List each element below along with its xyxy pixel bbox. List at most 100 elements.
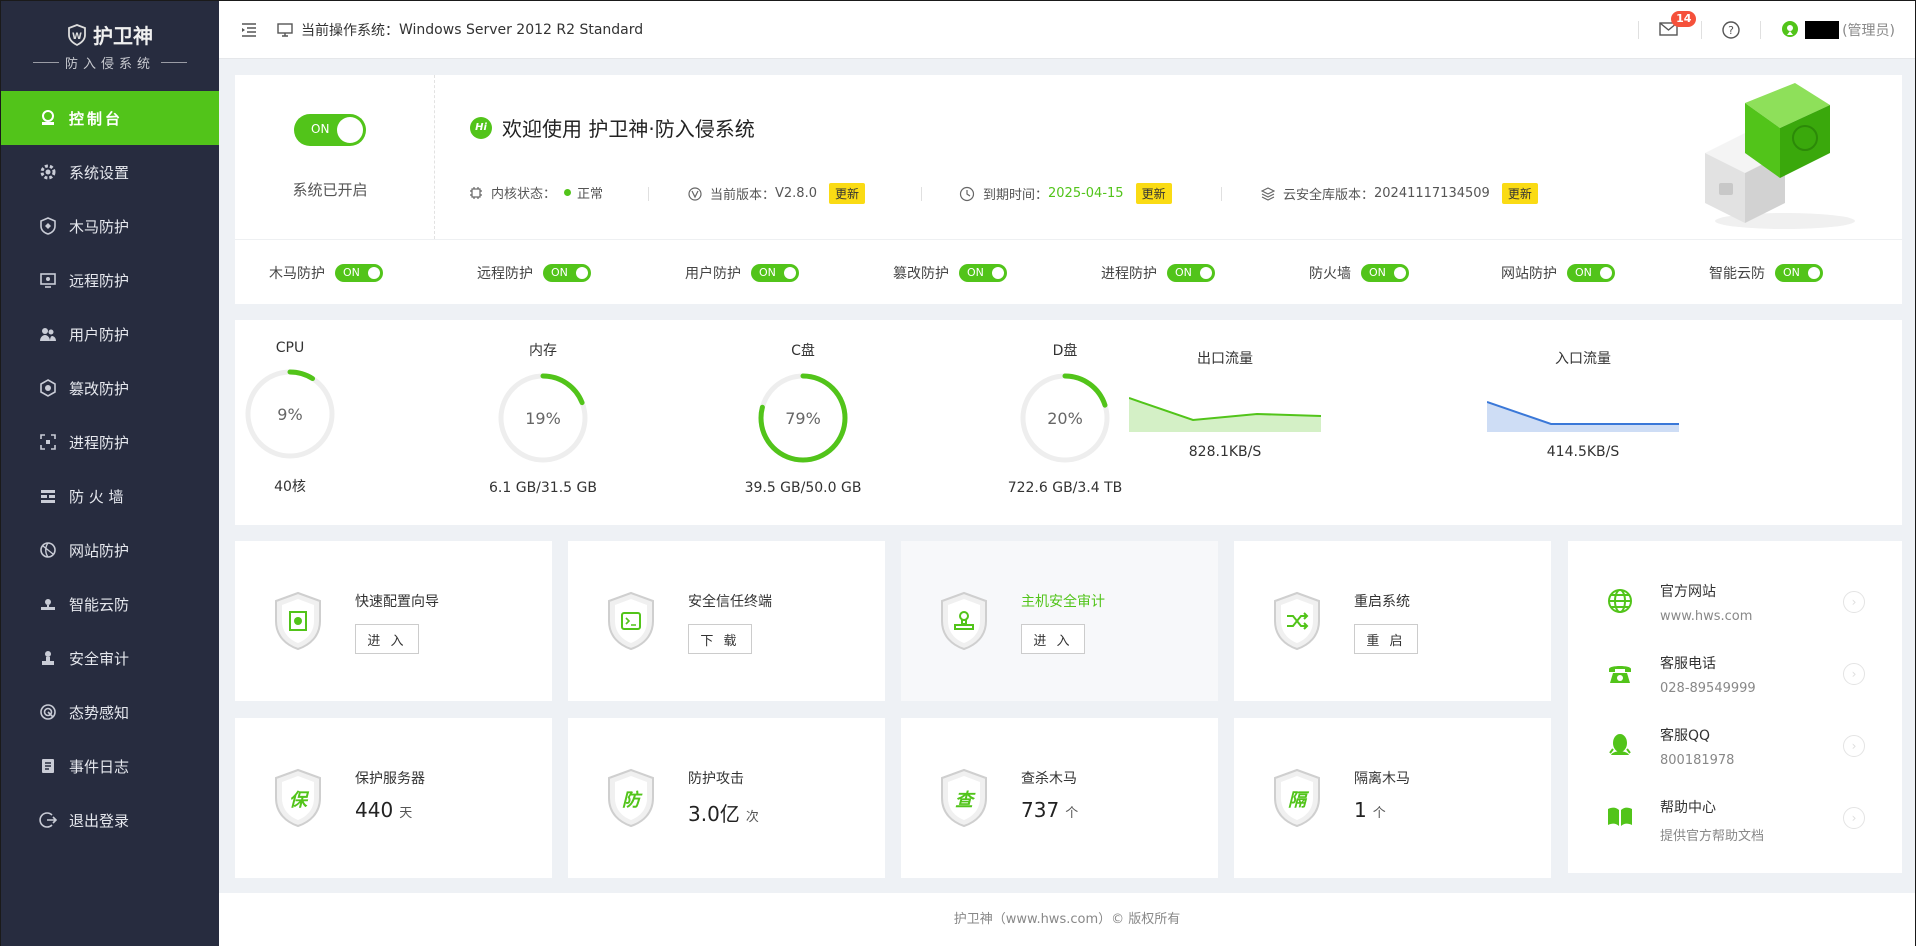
sidebar-item-label: 防 火 墙 (69, 487, 124, 506)
protection-toggle-5: 防火墙 ON (1309, 263, 1409, 283)
mail-button[interactable]: 14 (1659, 10, 1697, 39)
contact-item-2[interactable]: 客服QQ 800181978 › (1606, 725, 1865, 768)
book-icon (1606, 803, 1634, 831)
protection-switch-label: ON (1783, 266, 1800, 279)
sidebar-item-label: 木马防护 (69, 217, 130, 236)
protection-switch-label: ON (967, 266, 984, 279)
action-button[interactable]: 进 入 (1021, 624, 1085, 654)
sidebar-item-label: 态势感知 (69, 703, 130, 722)
sidebar-item-1[interactable]: 系统设置 (1, 145, 219, 199)
action-button[interactable]: 重 启 (1354, 624, 1418, 654)
protection-switch[interactable]: ON (959, 264, 1007, 282)
menu-toggle-icon[interactable] (241, 22, 257, 37)
globe-icon (1606, 587, 1634, 615)
sidebar-item-13[interactable]: 退出登录 (1, 793, 219, 847)
os-value: Windows Server 2012 R2 Standard (399, 21, 644, 38)
master-switch-label: ON (311, 122, 330, 136)
counter-title: 隔离木马 (1354, 771, 1410, 787)
gauge-ring: 19% (498, 373, 588, 463)
firewall-icon (39, 487, 57, 505)
monitor-icon (277, 22, 293, 37)
system-master-switch[interactable]: ON (294, 114, 366, 146)
counter-value-row: 440 天 (355, 798, 412, 822)
protection-label: 木马防护 (269, 266, 325, 282)
sidebar-item-6[interactable]: 进程防护 (1, 415, 219, 469)
sidebar-item-11[interactable]: 态势感知 (1, 685, 219, 739)
sidebar-item-label: 退出登录 (69, 811, 130, 830)
brand-logo: W 护卫神 防入侵系统 (1, 1, 219, 91)
sidebar-item-3[interactable]: 远程防护 (1, 253, 219, 307)
contact-item-1[interactable]: 客服电话 028-89549999 › (1606, 653, 1865, 696)
gauge-0: CPU 9% 40核 (200, 340, 380, 496)
help-icon[interactable]: ? (1722, 20, 1740, 39)
gauge-percent: 20% (1047, 409, 1083, 428)
contact-item-0[interactable]: 官方网站 www.hws.com › (1606, 581, 1865, 624)
protection-label: 防火墙 (1309, 266, 1351, 282)
counter-value: 1 (1354, 798, 1367, 822)
protection-switch[interactable]: ON (543, 264, 591, 282)
counter-tile-1: 防 防护攻击 3.0亿次 (568, 718, 885, 878)
mail-count-badge: 14 (1671, 10, 1697, 27)
protection-switch[interactable]: ON (1775, 264, 1823, 282)
protection-switch[interactable]: ON (1167, 264, 1215, 282)
dashboard-icon (39, 109, 57, 127)
update-license-button[interactable]: 更新 (1135, 183, 1172, 204)
welcome-title: Hi 欢迎使用 护卫神·防入侵系统 (470, 113, 755, 142)
sidebar-item-8[interactable]: 网站防护 (1, 523, 219, 577)
protection-toggle-4: 进程防护 ON (1101, 263, 1215, 283)
protection-toggle-6: 网站防护 ON (1501, 263, 1615, 283)
sidebar-item-9[interactable]: 智能云防 (1, 577, 219, 631)
sidebar-item-10[interactable]: 安全审计 (1, 631, 219, 685)
gauge-ring: 9% (245, 369, 335, 459)
sidebar-item-2[interactable]: 木马防护 (1, 199, 219, 253)
version-value: V2.8.0 (775, 186, 817, 201)
cloud-db-value: 20241117134509 (1374, 186, 1490, 201)
protection-switch-label: ON (343, 266, 360, 279)
counter-value-row: 1个 (1354, 798, 1386, 822)
protection-toggle-3: 篡改防护 ON (893, 263, 1007, 283)
sidebar-item-5[interactable]: 篡改防护 (1, 361, 219, 415)
protection-switch-label: ON (1575, 266, 1592, 279)
sidebar-item-label: 系统设置 (69, 163, 130, 182)
sidebar-item-4[interactable]: 用户防护 (1, 307, 219, 361)
traffic-label: 入口流量 (1555, 351, 1611, 367)
contact-item-3[interactable]: 帮助中心 提供官方帮助文档 › (1606, 797, 1865, 844)
action-title: 快速配置向导 (355, 594, 439, 610)
action-title: 重启系统 (1354, 594, 1410, 610)
sidebar-item-7[interactable]: 防 火 墙 (1, 469, 219, 523)
process-icon (39, 433, 57, 451)
traffic-value: 828.1KB/S (1188, 444, 1262, 460)
protection-label: 智能云防 (1709, 266, 1765, 282)
protection-switch[interactable]: ON (1567, 264, 1615, 282)
traffic-label: 出口流量 (1197, 351, 1253, 367)
protection-switch[interactable]: ON (1361, 264, 1409, 282)
chevron-right-icon[interactable]: › (1843, 663, 1865, 685)
gauge-ring: 79% (758, 373, 848, 463)
svg-text:?: ? (1728, 24, 1734, 37)
contact-detail: www.hws.com (1660, 609, 1753, 624)
user-menu[interactable]: (管理员) (1781, 20, 1895, 40)
sidebar-item-0[interactable]: 控制台 (1, 91, 219, 145)
counter-glyph: 查 (955, 790, 976, 811)
protection-switch[interactable]: ON (335, 264, 383, 282)
chevron-right-icon[interactable]: › (1843, 591, 1865, 613)
action-button[interactable]: 进 入 (355, 624, 419, 654)
sidebar: W 护卫神 防入侵系统 控制台系统设置木马防护远程防护 用户防护 篡改防护进程防护防… (1, 1, 219, 946)
audit-icon (39, 649, 57, 667)
update-cloud-db-button[interactable]: 更新 (1501, 183, 1538, 204)
chevron-right-icon[interactable]: › (1843, 807, 1865, 829)
contact-panel: 官方网站 www.hws.com › 客服电话 028-89549999 › 客服QQ 800… (1568, 541, 1902, 873)
chevron-right-icon[interactable]: › (1843, 735, 1865, 757)
gauge-label: CPU (275, 340, 305, 356)
sidebar-item-label: 进程防护 (69, 433, 130, 452)
version-icon (688, 186, 702, 201)
gauge-detail: 40核 (274, 479, 306, 495)
contact-detail: 028-89549999 (1660, 681, 1756, 696)
update-version-button[interactable]: 更新 (829, 183, 866, 204)
counter-shield-icon: 隔 (1274, 768, 1320, 828)
counter-title: 保护服务器 (355, 771, 425, 787)
protection-switch[interactable]: ON (751, 264, 799, 282)
brand-name: 护卫神 (93, 24, 153, 48)
sidebar-item-12[interactable]: 事件日志 (1, 739, 219, 793)
action-button[interactable]: 下 载 (688, 624, 752, 654)
